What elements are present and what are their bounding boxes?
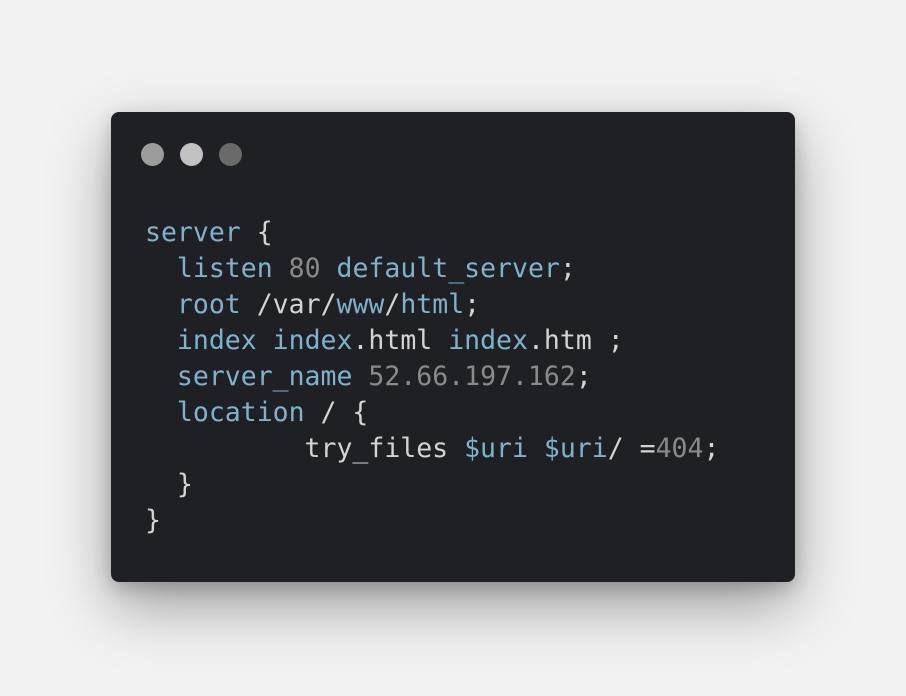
- code-line: }: [145, 467, 719, 503]
- code-line: location / {: [145, 395, 719, 431]
- code-text: .html: [352, 325, 449, 356]
- code-keyword: index: [448, 325, 528, 356]
- code-keyword: default_server: [336, 253, 560, 284]
- code-line: index index.html index.htm ;: [145, 323, 719, 359]
- code-text: /var/: [240, 289, 337, 320]
- window-dot-3[interactable]: [219, 143, 242, 166]
- code-text: /: [384, 289, 401, 320]
- code-keyword: root: [176, 289, 241, 320]
- code-text: ;: [703, 433, 720, 464]
- code-keyword: index: [272, 325, 353, 356]
- code-keyword: www: [336, 289, 385, 320]
- code-text: .htm ;: [527, 325, 624, 356]
- code-number: 80: [288, 253, 321, 284]
- window-dot-2[interactable]: [180, 143, 203, 166]
- code-line: server {: [145, 215, 719, 251]
- code-number: 404: [655, 433, 704, 464]
- code-text: try_files: [145, 433, 465, 464]
- code-keyword: location: [176, 397, 305, 428]
- code-keyword: $uri: [543, 433, 608, 464]
- code-text: / {: [304, 397, 369, 428]
- code-text: }: [145, 469, 193, 500]
- code-keyword: server: [145, 217, 241, 248]
- code-text: / =: [607, 433, 656, 464]
- code-block: server { listen 80 default_server; root …: [145, 215, 719, 539]
- code-text: }: [145, 505, 161, 536]
- window-dot-1[interactable]: [141, 143, 164, 166]
- code-line: }: [145, 503, 719, 539]
- window-controls: [141, 143, 242, 166]
- code-keyword: $uri: [464, 433, 528, 464]
- code-keyword: listen: [176, 253, 273, 284]
- code-text: ;: [559, 253, 576, 284]
- code-line: try_files $uri $uri/ =404;: [145, 431, 720, 467]
- code-line: listen 80 default_server;: [145, 251, 719, 287]
- code-number: 52.66.197.162: [368, 361, 576, 392]
- code-keyword: html: [400, 289, 465, 320]
- code-keyword: index: [176, 325, 257, 356]
- code-text: {: [240, 217, 273, 248]
- code-keyword: server_name: [176, 361, 353, 392]
- code-text: ;: [464, 289, 481, 320]
- code-text: ;: [575, 361, 592, 392]
- code-window: server { listen 80 default_server; root …: [111, 112, 795, 582]
- code-line: root /var/www/html;: [145, 287, 719, 323]
- code-line: server_name 52.66.197.162;: [145, 359, 719, 395]
